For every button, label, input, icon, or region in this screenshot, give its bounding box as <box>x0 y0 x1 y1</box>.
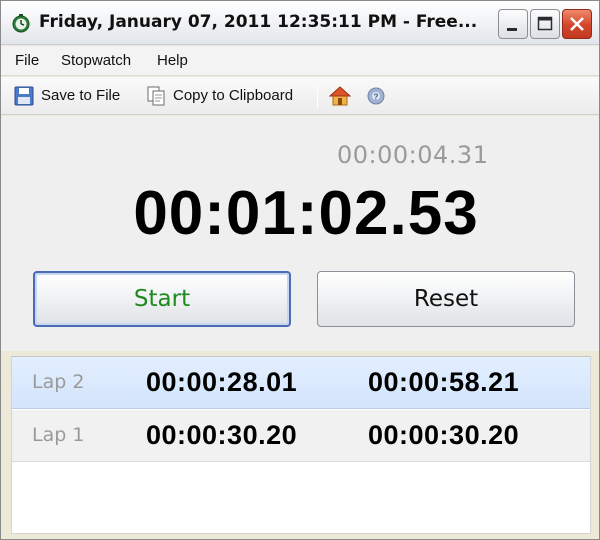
split-time-display: 00:00:04.31 <box>337 141 489 169</box>
reset-button[interactable]: Reset <box>317 271 575 327</box>
copy-to-clipboard-button[interactable]: Copy to Clipboard <box>145 82 305 110</box>
lap-label: Lap 1 <box>32 424 85 446</box>
toolbar-separator <box>317 85 318 109</box>
menu-bar: File Stopwatch Help <box>1 46 599 76</box>
start-button[interactable]: Start <box>33 271 291 327</box>
lap-total-time: 00:00:30.20 <box>368 420 520 450</box>
lap-time: 00:00:30.20 <box>146 420 298 450</box>
menu-file[interactable]: File <box>15 52 39 69</box>
menu-stopwatch[interactable]: Stopwatch <box>61 52 131 69</box>
stopwatch-app-icon <box>12 14 30 33</box>
svg-text:?: ? <box>374 93 379 102</box>
help-button[interactable]: ? <box>365 82 391 110</box>
lap-row[interactable]: Lap 2 00:00:28.01 00:00:58.21 <box>12 357 590 409</box>
lap-label: Lap 2 <box>32 371 85 393</box>
stopwatch-window: Friday, January 07, 2011 12:35:11 PM - F… <box>0 0 600 540</box>
menu-help[interactable]: Help <box>157 52 188 69</box>
save-icon <box>14 86 34 106</box>
close-button[interactable] <box>562 9 592 39</box>
lap-total-time: 00:00:58.21 <box>368 367 520 397</box>
close-icon <box>570 17 584 31</box>
help-icon: ? <box>367 87 385 105</box>
lap-time: 00:00:28.01 <box>146 367 298 397</box>
home-button[interactable] <box>329 82 355 110</box>
copy-icon <box>147 86 165 106</box>
lap-row[interactable]: Lap 1 00:00:30.20 00:00:30.20 <box>12 410 590 462</box>
title-bar[interactable]: Friday, January 07, 2011 12:35:11 PM - F… <box>1 1 599 45</box>
maximize-icon <box>537 16 553 31</box>
maximize-button[interactable] <box>530 9 560 39</box>
minimize-icon <box>507 28 517 31</box>
timer-panel: 00:00:04.31 00:01:02.53 Start Reset <box>1 116 599 351</box>
copy-to-clipboard-label: Copy to Clipboard <box>173 87 294 104</box>
save-to-file-button[interactable]: Save to File <box>13 82 131 110</box>
minimize-button[interactable] <box>498 9 528 39</box>
main-time-display: 00:01:02.53 <box>133 179 479 248</box>
toolbar: Save to File Copy to Clipboard ? <box>1 77 599 115</box>
home-icon <box>329 86 351 106</box>
save-to-file-label: Save to File <box>41 87 121 104</box>
laps-list[interactable]: Lap 2 00:00:28.01 00:00:58.21 Lap 1 00:0… <box>11 356 591 534</box>
window-title: Friday, January 07, 2011 12:35:11 PM - F… <box>39 12 478 32</box>
